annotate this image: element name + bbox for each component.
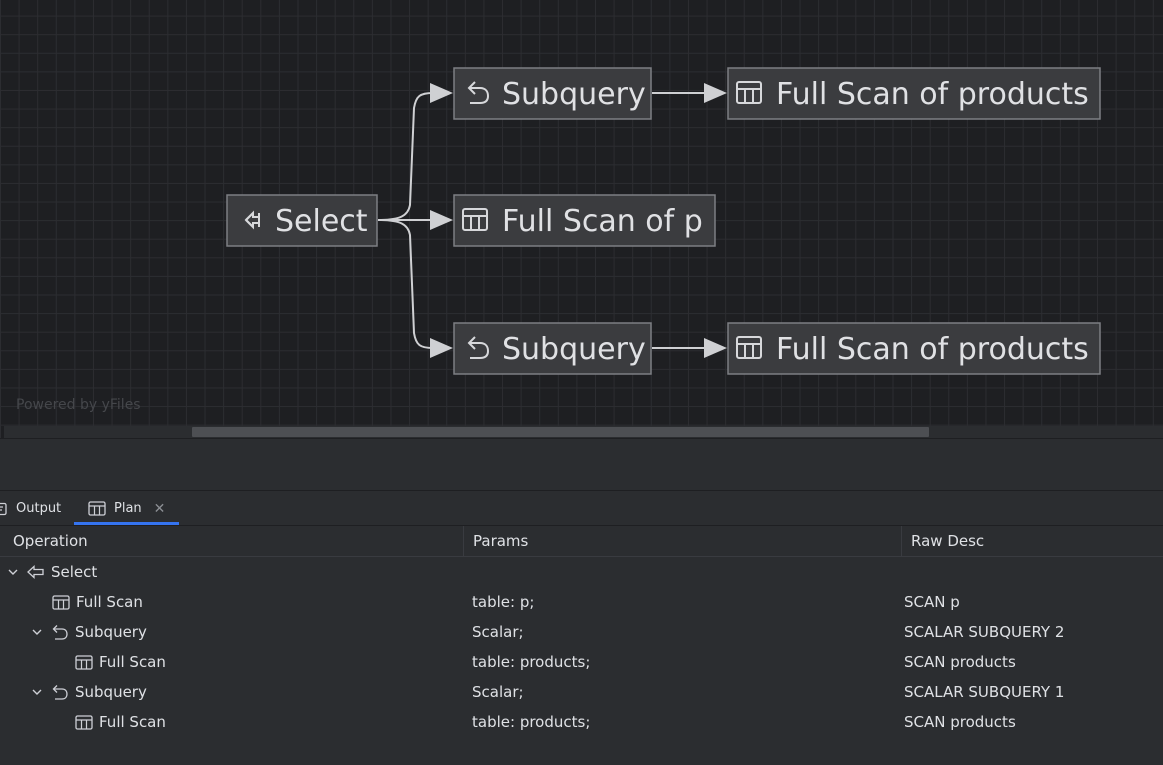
plan-diagram: Select Subquery Full Scan of products Fu… — [226, 67, 1101, 375]
node-scan-products-top[interactable]: Full Scan of products — [727, 67, 1101, 120]
node-scan-p[interactable]: Full Scan of p — [453, 194, 716, 247]
table-row[interactable]: Select — [0, 557, 1163, 587]
table-row[interactable]: Full Scan table: products; SCAN products — [0, 707, 1163, 737]
subquery-return-icon — [51, 624, 69, 640]
table-header: Operation Params Raw Desc — [0, 526, 1163, 557]
row-raw-desc: SCALAR SUBQUERY 2 — [904, 623, 1065, 641]
node-scan-p-label: Full Scan of p — [502, 204, 703, 239]
row-operation: Full Scan — [76, 593, 143, 611]
arrowhead — [704, 83, 727, 103]
edge-select-subquery-bottom — [377, 219, 434, 349]
chevron-down-icon[interactable] — [5, 566, 21, 578]
output-icon — [0, 502, 8, 516]
node-select[interactable]: Select — [226, 194, 378, 247]
horizontal-scrollbar-thumb[interactable] — [192, 427, 929, 437]
table-row[interactable]: Full Scan table: p; SCAN p — [0, 587, 1163, 617]
row-raw-desc: SCAN products — [904, 653, 1016, 671]
edge-select-subquery-top — [377, 92, 434, 221]
table-row[interactable]: Subquery Scalar; SCALAR SUBQUERY 1 — [0, 677, 1163, 707]
table-row[interactable]: Full Scan table: products; SCAN products — [0, 647, 1163, 677]
arrowhead — [430, 83, 453, 103]
tab-plan-label: Plan — [114, 501, 142, 516]
panel-splitter[interactable] — [0, 438, 1163, 490]
row-params: Scalar; — [472, 683, 524, 701]
row-raw-desc: SCAN products — [904, 713, 1016, 731]
node-scan-products-bottom-label: Full Scan of products — [776, 332, 1089, 367]
chevron-down-icon[interactable] — [29, 686, 45, 698]
row-params: Scalar; — [472, 623, 524, 641]
active-tab-indicator — [74, 522, 179, 525]
close-icon[interactable]: ✕ — [154, 501, 166, 517]
row-params: table: products; — [472, 653, 591, 671]
node-select-label: Select — [275, 204, 368, 239]
tab-output[interactable]: Output — [0, 491, 61, 526]
row-operation: Select — [51, 563, 98, 581]
node-subquery-bottom-label: Subquery — [502, 332, 646, 367]
table-icon — [52, 594, 70, 610]
tab-plan[interactable]: Plan ✕ — [88, 491, 165, 526]
row-operation: Subquery — [75, 623, 147, 641]
column-header-operation[interactable]: Operation — [4, 526, 463, 556]
table-row[interactable]: Subquery Scalar; SCALAR SUBQUERY 2 — [0, 617, 1163, 647]
arrowhead — [430, 210, 453, 230]
row-operation: Subquery — [75, 683, 147, 701]
row-params: table: products; — [472, 713, 591, 731]
column-header-raw-desc[interactable]: Raw Desc — [901, 526, 1163, 556]
row-operation: Full Scan — [99, 713, 166, 731]
node-scan-products-bottom[interactable]: Full Scan of products — [727, 322, 1101, 375]
row-params: table: p; — [472, 593, 535, 611]
table-icon — [88, 501, 106, 516]
row-operation: Full Scan — [99, 653, 166, 671]
yfiles-watermark: Powered by yFiles — [16, 397, 141, 413]
node-subquery-bottom[interactable]: Subquery — [453, 322, 652, 375]
table-icon — [75, 714, 93, 730]
node-subquery-top[interactable]: Subquery — [453, 67, 652, 120]
node-scan-products-top-label: Full Scan of products — [776, 77, 1089, 112]
chevron-down-icon[interactable] — [29, 626, 45, 638]
node-subquery-top-label: Subquery — [502, 77, 646, 112]
plan-tree-table: Operation Params Raw Desc Select Full Sc… — [0, 526, 1163, 765]
row-raw-desc: SCAN p — [904, 593, 960, 611]
arrowhead — [430, 338, 453, 358]
subquery-return-icon — [51, 684, 69, 700]
table-icon — [75, 654, 93, 670]
tool-window-tabbar: Output Plan ✕ — [0, 490, 1163, 526]
plan-diagram-canvas[interactable]: Select Subquery Full Scan of products Fu… — [0, 0, 1163, 438]
arrowhead — [704, 338, 727, 358]
select-arrow-icon — [27, 565, 45, 579]
row-raw-desc: SCALAR SUBQUERY 1 — [904, 683, 1065, 701]
column-header-params[interactable]: Params — [463, 526, 901, 556]
tab-output-label: Output — [16, 501, 62, 516]
